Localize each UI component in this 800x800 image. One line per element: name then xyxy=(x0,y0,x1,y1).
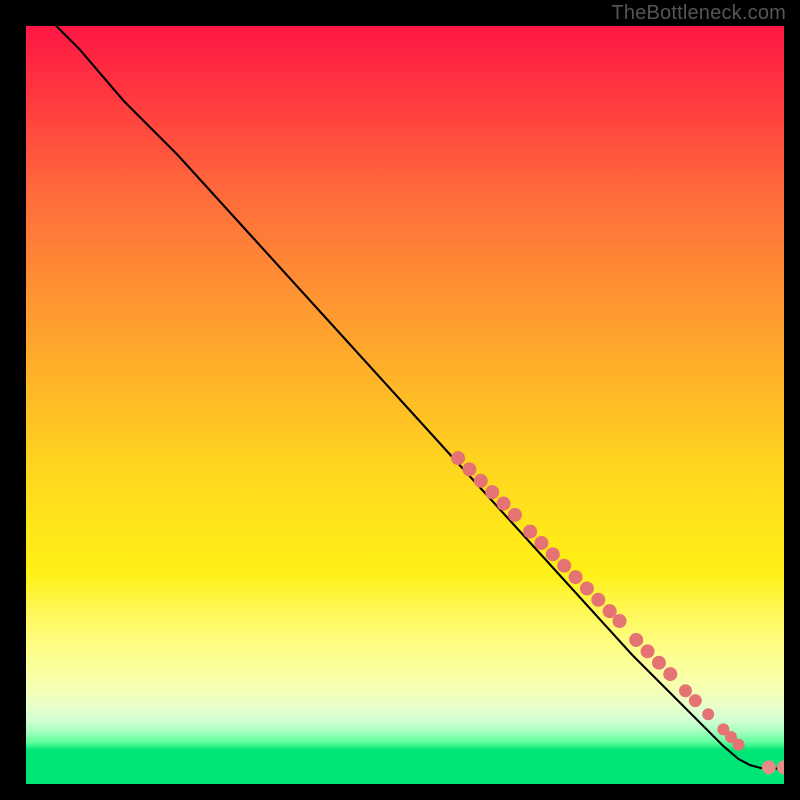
marker-dot xyxy=(474,474,488,488)
marker-dot xyxy=(679,684,692,697)
marker-dot xyxy=(777,760,784,774)
marker-dot xyxy=(497,497,511,511)
marker-dot xyxy=(663,667,677,681)
marker-dot xyxy=(534,536,548,550)
marker-dot xyxy=(557,559,571,573)
marker-dot xyxy=(485,485,499,499)
marker-dot xyxy=(591,593,605,607)
marker-dot xyxy=(523,525,537,539)
highlight-markers xyxy=(451,451,784,774)
marker-dot xyxy=(689,694,702,707)
marker-dot xyxy=(702,708,714,720)
highlight-segment-3 xyxy=(629,633,677,681)
marker-dot xyxy=(641,644,655,658)
bottleneck-curve xyxy=(56,26,784,769)
marker-dot xyxy=(629,633,643,647)
end-pair xyxy=(762,760,784,774)
chart-svg xyxy=(26,26,784,784)
chart-stage: TheBottleneck.com xyxy=(0,0,800,800)
marker-dot xyxy=(462,462,476,476)
marker-dot xyxy=(508,508,522,522)
highlight-dot-5 xyxy=(702,708,714,720)
marker-dot xyxy=(451,451,465,465)
marker-dot xyxy=(762,760,776,774)
marker-dot xyxy=(546,547,560,561)
marker-dot xyxy=(613,614,627,628)
marker-dot xyxy=(580,581,594,595)
highlight-segment-1 xyxy=(451,451,522,522)
highlight-segment-6 xyxy=(717,723,744,750)
marker-dot xyxy=(733,739,745,751)
highlight-segment-2 xyxy=(523,525,626,628)
marker-dot xyxy=(652,656,666,670)
watermark-text: TheBottleneck.com xyxy=(611,2,786,25)
marker-dot xyxy=(603,604,617,618)
marker-dot xyxy=(569,570,583,584)
